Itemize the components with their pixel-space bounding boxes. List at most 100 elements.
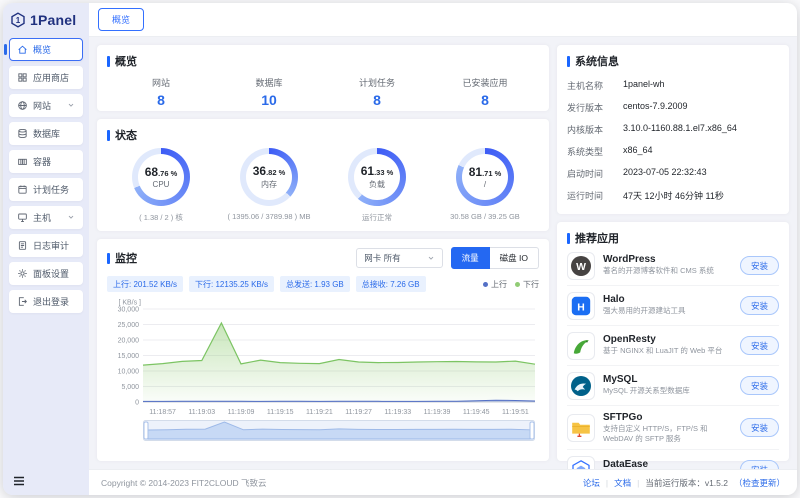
logo[interactable]: 1 1Panel [3,3,89,35]
sidebar-item-container[interactable]: 容器 [9,149,83,173]
footer-link-论坛[interactable]: 论坛 [583,477,600,489]
system-info-label: 发行版本 [567,102,604,113]
monitor-chip: 下行: 12135.25 KB/s [189,276,274,292]
app-description: 强大易用的开源建站工具 [603,306,686,316]
system-info-card: 系统信息 主机名称 1panel-wh 发行版本 centos-7.9.2009 内核版… [557,45,789,214]
gauge-ring: 68.76 % CPU [132,148,190,206]
sidebar-item-logout[interactable]: 退出登录 [9,289,83,313]
overview-stats: 网站 8 数据库 10 计划任务 8 已安装应用 8 [107,76,539,108]
tab-overview[interactable]: 概览 [98,8,145,31]
gauge-subtext: 30.58 GB / 39.25 GB [450,212,520,221]
gear-icon [17,268,28,279]
app-row-WordPress: W WordPress 著名的开源博客软件和 CMS 系统 安装 [567,246,779,286]
container-icon [17,156,28,167]
title-accent-bar [107,55,110,67]
stat-数据库[interactable]: 数据库 10 [215,76,323,108]
install-button[interactable]: 安装 [739,336,779,355]
app-description: 支持自定义 HTTP/S，FTP/S 和 WebDAV 的 SFTP 服务 [603,423,708,443]
globe-icon [17,100,28,111]
sidebar-item-overview[interactable]: 概览 [4,37,83,61]
app-description: 著名的开源博客软件和 CMS 系统 [603,266,714,276]
copyright-text: Copyright © 2014-2023 FIT2CLOUD 飞致云 [101,477,267,488]
app-name: Halo [603,294,625,306]
sidebar-item-label: 面板设置 [33,268,70,279]
sidebar-item-website[interactable]: 网站 [9,93,83,117]
sidebar-item-settings[interactable]: 面板设置 [9,261,83,285]
recommended-apps-card: 推荐应用 W WordPress 著名的开源博客软件和 CMS 系统 安装 H Halo 强… [557,222,789,484]
install-button[interactable]: 安装 [739,296,779,315]
monitor-card: 监控 网卡 所有 流量 磁盘 IO 上行: 201.52 KB/s 下行: 12… [97,239,549,461]
sidebar-item-app-store[interactable]: 应用商店 [9,65,83,89]
install-button[interactable]: 安装 [739,256,779,275]
hamburger-icon [13,476,25,486]
svg-text:11:18:57: 11:18:57 [149,409,176,416]
svg-text:5,000: 5,000 [121,384,139,391]
svg-text:20,000: 20,000 [118,338,140,345]
sidebar-item-label: 容器 [33,156,52,167]
legend-item-上行[interactable]: 上行 [483,279,507,290]
stat-计划任务[interactable]: 计划任务 8 [323,76,431,108]
stat-网站[interactable]: 网站 8 [107,76,215,108]
monitor-button-流量[interactable]: 流量 [450,247,490,269]
monitor-stats-row: 上行: 201.52 KB/s 下行: 12135.25 KB/s 总发送: 1.9… [107,276,539,292]
system-info-label: 内核版本 [567,124,604,135]
gauge-label: CPU [152,179,170,189]
legend-item-下行[interactable]: 下行 [515,279,539,290]
sidebar-collapse-button[interactable] [3,467,89,495]
sidebar-item-label: 日志审计 [33,240,70,251]
svg-text:1: 1 [16,16,21,25]
status-title-text: 状态 [115,130,137,142]
footer-link-文档[interactable]: 文档 [614,477,631,489]
title-accent-bar [567,55,570,67]
sidebar-item-cronjob[interactable]: 计划任务 [9,177,83,201]
status-card: 状态 68.76 % CPU ( 1.38 / 2 ) 核 36.82 % 内存 ( 13… [97,119,549,231]
sidebar-item-label: 数据库 [33,128,61,139]
check-update-link[interactable]: （检查更新） [734,477,785,489]
monitor-header: 监控 网卡 所有 流量 磁盘 IO [107,247,539,269]
logo-icon: 1 [10,12,26,28]
gauge-percent: 36.82 % [252,163,286,178]
svg-text:11:19:09: 11:19:09 [228,409,255,416]
gauge-ring: 81.71 % / [456,148,514,206]
stat-已安装应用[interactable]: 已安装应用 8 [431,76,539,108]
app-row-MySQL: MySQL MySQL 开源关系型数据库 安装 [567,366,779,406]
system-info-row: 主机名称 1panel-wh [567,74,779,96]
overview-title-text: 概览 [115,56,137,68]
network-card-select[interactable]: 网卡 所有 [356,248,443,268]
status-card-title: 状态 [107,127,539,143]
system-info-label: 系统类型 [567,146,604,157]
apps-list: W WordPress 著名的开源博客软件和 CMS 系统 安装 H Halo 强大易用的开… [567,246,779,489]
traffic-chart: 0 5,000 10,000 15,000 20,000 25,000 30,000[ KB… [107,297,539,417]
logs-icon [17,240,28,251]
chart-legend: 上行 下行 [483,279,539,290]
app-window: 1 1Panel 概览应用商店网站数据库容器计划任务主机日志审计面板设置退出登录… [3,3,797,495]
content: 概览 网站 8 数据库 10 计划任务 8 已安装应用 8 状态 68.76 % CPU ( 1.… [89,37,797,484]
gauge-label: 负载 [369,179,385,189]
sidebar-item-label: 退出登录 [33,296,70,307]
monitor-chip: 上行: 201.52 KB/s [107,276,184,292]
stat-label: 已安装应用 [462,78,508,88]
install-button[interactable]: 安装 [739,376,779,395]
install-button[interactable]: 安装 [739,418,779,438]
openresty-icon [567,331,595,360]
sidebar-item-label: 主机 [33,212,52,223]
chart-datazoom-slider[interactable] [107,420,539,442]
svg-text:10,000: 10,000 [118,369,140,376]
system-info-value: 1panel-wh [623,78,665,89]
sidebar-item-logs[interactable]: 日志审计 [9,233,83,257]
svg-text:0: 0 [135,400,139,407]
home-icon [17,44,28,55]
calendar-icon [17,184,28,195]
svg-text:[ KB/s ]: [ KB/s ] [118,300,141,307]
right-column: 系统信息 主机名称 1panel-wh 发行版本 centos-7.9.2009 内核版… [557,45,789,484]
gauge-/: 81.71 %/ 30.58 GB / 39.25 GB [431,148,539,223]
gauge-ring: 36.82 % 内存 [240,148,298,206]
monitor-button-磁盘 IO[interactable]: 磁盘 IO [489,247,539,269]
gauge-内存: 36.82 % 内存 ( 1395.06 / 3789.98 ) MB [215,148,323,223]
gauge-subtext: ( 1.38 / 2 ) 核 [139,213,183,222]
system-info-rows: 主机名称 1panel-wh 发行版本 centos-7.9.2009 内核版本 3.10… [567,74,779,206]
app-description: MySQL 开源关系型数据库 [603,386,690,396]
sidebar-item-database[interactable]: 数据库 [9,121,83,145]
sidebar-item-host[interactable]: 主机 [9,205,83,229]
gauge-label: 内存 [261,179,277,189]
